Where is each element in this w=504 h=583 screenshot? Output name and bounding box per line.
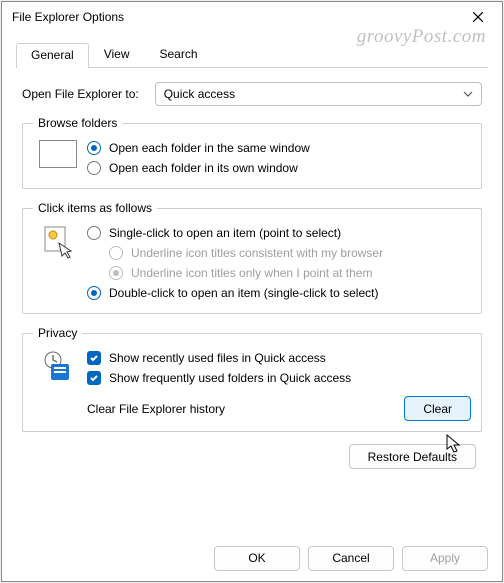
radio-icon xyxy=(87,161,101,175)
radio-label: Single-click to open an item (point to s… xyxy=(109,226,341,240)
file-explorer-options-dialog: File Explorer Options groovyPost.com Gen… xyxy=(1,1,503,582)
general-panel: Open File Explorer to: Quick access Brow… xyxy=(16,68,488,527)
privacy-group: Privacy Show recently used files in Quic… xyxy=(22,326,482,432)
radio-icon xyxy=(109,266,123,280)
radio-icon xyxy=(109,246,123,260)
checkbox-icon xyxy=(87,371,101,385)
privacy-icon xyxy=(33,348,83,388)
browse-folders-group: Browse folders Open each folder in the s… xyxy=(22,116,482,189)
restore-defaults-button[interactable]: Restore Defaults xyxy=(349,444,476,469)
radio-underline-browser: Underline icon titles consistent with my… xyxy=(87,243,471,263)
titlebar: File Explorer Options xyxy=(2,2,502,32)
dialog-title: File Explorer Options xyxy=(12,10,456,24)
tab-strip: General View Search xyxy=(16,42,488,68)
clear-button[interactable]: Clear xyxy=(404,396,471,421)
radio-double-click[interactable]: Double-click to open an item (single-cli… xyxy=(87,283,471,303)
radio-icon xyxy=(87,226,101,240)
tab-view[interactable]: View xyxy=(89,42,145,67)
check-recent-files[interactable]: Show recently used files in Quick access xyxy=(87,348,471,368)
radio-own-window[interactable]: Open each folder in its own window xyxy=(87,158,471,178)
radio-underline-hover: Underline icon titles only when I point … xyxy=(87,263,471,283)
open-to-label: Open File Explorer to: xyxy=(22,87,139,101)
dialog-content: General View Search Open File Explorer t… xyxy=(2,32,502,535)
checkbox-label: Show recently used files in Quick access xyxy=(109,351,326,365)
radio-single-click[interactable]: Single-click to open an item (point to s… xyxy=(87,223,471,243)
folder-icon xyxy=(33,138,83,178)
radio-icon xyxy=(87,286,101,300)
close-icon xyxy=(473,12,483,22)
check-frequent-folders[interactable]: Show frequently used folders in Quick ac… xyxy=(87,368,471,388)
open-to-value: Quick access xyxy=(164,87,235,101)
radio-label: Underline icon titles only when I point … xyxy=(131,266,372,280)
radio-label: Double-click to open an item (single-cli… xyxy=(109,286,378,300)
radio-label: Open each folder in the same window xyxy=(109,141,310,155)
chevron-down-icon xyxy=(463,89,473,99)
cancel-button[interactable]: Cancel xyxy=(308,546,394,571)
ok-button[interactable]: OK xyxy=(214,546,300,571)
click-items-group: Click items as follows Single-click to o… xyxy=(22,201,482,314)
tab-general[interactable]: General xyxy=(16,43,89,68)
clear-history-label: Clear File Explorer history xyxy=(87,402,225,416)
checkbox-label: Show frequently used folders in Quick ac… xyxy=(109,371,351,385)
radio-label: Underline icon titles consistent with my… xyxy=(131,246,383,260)
radio-label: Open each folder in its own window xyxy=(109,161,298,175)
tab-search[interactable]: Search xyxy=(145,42,213,67)
privacy-legend: Privacy xyxy=(33,326,82,340)
dialog-footer: OK Cancel Apply xyxy=(2,535,502,581)
open-to-row: Open File Explorer to: Quick access xyxy=(22,82,482,106)
apply-button[interactable]: Apply xyxy=(402,546,488,571)
click-icon xyxy=(33,223,83,303)
radio-icon xyxy=(87,141,101,155)
click-items-legend: Click items as follows xyxy=(33,201,157,215)
radio-same-window[interactable]: Open each folder in the same window xyxy=(87,138,471,158)
open-to-select[interactable]: Quick access xyxy=(155,82,482,106)
close-button[interactable] xyxy=(456,3,500,31)
browse-folders-legend: Browse folders xyxy=(33,116,122,130)
checkbox-icon xyxy=(87,351,101,365)
